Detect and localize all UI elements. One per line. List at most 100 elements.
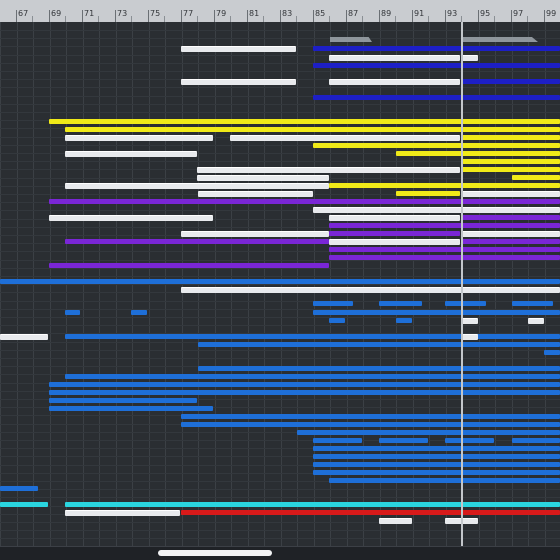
- white-part-clip[interactable]: [181, 231, 329, 237]
- track-separator: [0, 104, 560, 105]
- blue-part-clip[interactable]: [0, 279, 560, 284]
- white-part-clip[interactable]: [197, 175, 329, 181]
- yellow-part-clip[interactable]: [396, 151, 560, 156]
- blue-part-clip[interactable]: [65, 310, 80, 315]
- ruler-bar-label: 93: [447, 9, 458, 18]
- blue-part-clip[interactable]: [329, 478, 560, 483]
- white-part-clip[interactable]: [329, 239, 460, 245]
- white-part-clip[interactable]: [198, 191, 313, 197]
- yellow-part-clip[interactable]: [461, 167, 560, 172]
- blue-part-clip[interactable]: [313, 446, 560, 451]
- playhead-cursor[interactable]: [461, 22, 463, 546]
- purple-part-clip[interactable]: [329, 247, 560, 252]
- blue-part-clip[interactable]: [379, 438, 428, 443]
- white-part-clip[interactable]: [462, 318, 478, 324]
- yellow-part-clip[interactable]: [329, 183, 560, 188]
- blue-part-clip[interactable]: [445, 301, 486, 306]
- purple-part-clip[interactable]: [461, 239, 560, 244]
- navy-part-clip[interactable]: [461, 79, 560, 84]
- ruler-bar-label: 97: [513, 9, 524, 18]
- yellow-part-clip[interactable]: [65, 127, 560, 132]
- cyan-part-clip[interactable]: [65, 502, 560, 507]
- blue-part-clip[interactable]: [512, 438, 560, 443]
- marker-tag[interactable]: [330, 37, 372, 42]
- blue-part-clip[interactable]: [313, 438, 362, 443]
- white-part-clip[interactable]: [65, 510, 180, 516]
- white-part-clip[interactable]: [461, 191, 560, 197]
- blue-part-clip[interactable]: [49, 398, 197, 403]
- white-part-clip[interactable]: [379, 518, 412, 524]
- blue-part-clip[interactable]: [544, 350, 560, 355]
- white-part-clip[interactable]: [329, 55, 460, 61]
- yellow-part-clip[interactable]: [461, 159, 560, 164]
- yellow-part-clip[interactable]: [461, 135, 560, 140]
- navy-part-clip[interactable]: [313, 63, 560, 68]
- timeline-ruler[interactable]: 67 69 71 73 75 77 79 81 83 85 87 89 91 93 95 97 99: [0, 0, 560, 23]
- blue-part-clip[interactable]: [512, 301, 553, 306]
- blue-part-clip[interactable]: [329, 318, 345, 323]
- purple-part-clip[interactable]: [49, 199, 560, 204]
- blue-part-clip[interactable]: [198, 366, 560, 371]
- blue-part-clip[interactable]: [49, 406, 213, 411]
- blue-part-clip[interactable]: [65, 374, 560, 379]
- white-part-clip[interactable]: [329, 215, 460, 221]
- track-separator: [0, 112, 560, 113]
- purple-part-clip[interactable]: [49, 263, 329, 268]
- blue-part-clip[interactable]: [313, 454, 560, 459]
- red-part-clip[interactable]: [181, 510, 560, 515]
- track-separator: [0, 260, 560, 261]
- white-part-clip[interactable]: [329, 79, 460, 85]
- ruler-tick: [214, 10, 215, 22]
- yellow-part-clip[interactable]: [49, 119, 560, 124]
- white-part-clip[interactable]: [181, 46, 296, 52]
- blue-part-clip[interactable]: [313, 310, 560, 315]
- blue-part-clip[interactable]: [198, 342, 560, 347]
- ruler-tick: [445, 10, 446, 22]
- navy-part-clip[interactable]: [313, 95, 560, 100]
- blue-part-clip[interactable]: [313, 462, 560, 467]
- blue-part-clip[interactable]: [379, 301, 422, 306]
- white-part-clip[interactable]: [461, 55, 478, 61]
- blue-part-clip[interactable]: [181, 422, 560, 427]
- white-part-clip[interactable]: [313, 207, 560, 213]
- purple-part-clip[interactable]: [329, 231, 460, 236]
- white-part-clip[interactable]: [197, 167, 460, 173]
- blue-part-clip[interactable]: [65, 334, 560, 339]
- purple-part-clip[interactable]: [329, 223, 560, 228]
- cyan-part-clip[interactable]: [0, 502, 48, 507]
- blue-part-clip[interactable]: [313, 470, 560, 475]
- yellow-part-clip[interactable]: [512, 175, 560, 180]
- ruler-tick: [49, 10, 50, 22]
- white-part-clip[interactable]: [461, 231, 560, 237]
- marker-tag[interactable]: [462, 37, 538, 42]
- horizontal-scrollbar[interactable]: [0, 546, 560, 560]
- white-part-clip[interactable]: [49, 215, 213, 221]
- blue-part-clip[interactable]: [297, 430, 560, 435]
- white-part-clip[interactable]: [181, 79, 296, 85]
- purple-part-clip[interactable]: [461, 215, 560, 220]
- blue-part-clip[interactable]: [445, 438, 494, 443]
- white-part-clip[interactable]: [181, 287, 560, 293]
- white-part-clip[interactable]: [65, 183, 329, 189]
- yellow-part-clip[interactable]: [396, 191, 460, 196]
- blue-part-clip[interactable]: [0, 486, 38, 491]
- white-part-clip[interactable]: [230, 135, 460, 141]
- white-part-clip[interactable]: [0, 334, 48, 340]
- white-part-clip[interactable]: [65, 135, 213, 141]
- blue-part-clip[interactable]: [131, 310, 147, 315]
- white-part-clip[interactable]: [65, 151, 197, 157]
- purple-part-clip[interactable]: [65, 239, 329, 244]
- yellow-part-clip[interactable]: [313, 143, 560, 148]
- blue-part-clip[interactable]: [396, 318, 412, 323]
- scrollbar-thumb[interactable]: [158, 550, 272, 556]
- arrangement-track-area[interactable]: [0, 22, 560, 546]
- white-part-clip[interactable]: [462, 334, 478, 340]
- blue-part-clip[interactable]: [49, 382, 560, 387]
- navy-part-clip[interactable]: [313, 46, 560, 51]
- purple-part-clip[interactable]: [329, 255, 560, 260]
- blue-part-clip[interactable]: [181, 414, 560, 419]
- white-part-clip[interactable]: [528, 318, 544, 324]
- blue-part-clip[interactable]: [49, 390, 560, 395]
- track-separator: [0, 325, 560, 326]
- blue-part-clip[interactable]: [313, 301, 353, 306]
